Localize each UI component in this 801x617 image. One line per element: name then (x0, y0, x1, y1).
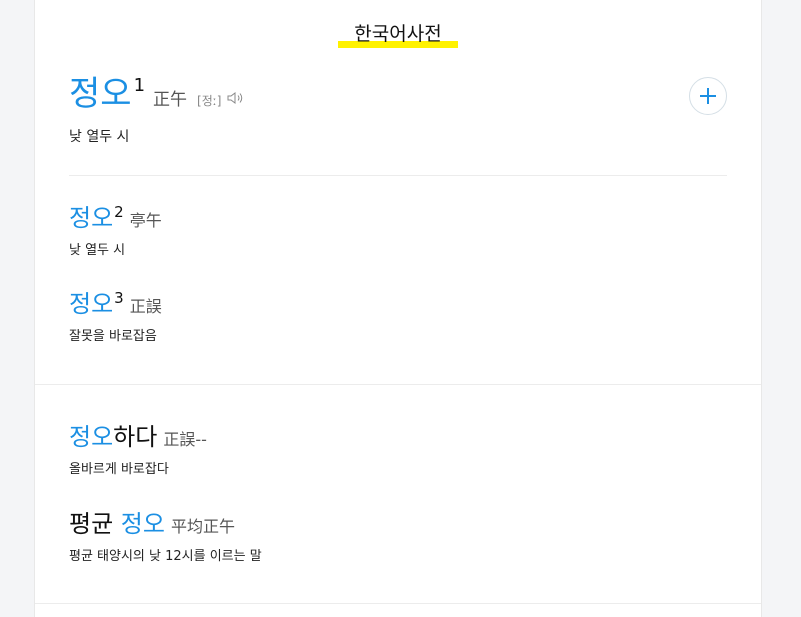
entry-item: 정오3 正誤 잘못을 바로잡음 (69, 284, 162, 344)
headword-link[interactable]: 정오 (69, 290, 113, 318)
speaker-icon[interactable] (227, 90, 245, 109)
headword-number: 2 (114, 203, 124, 221)
related-headword-link[interactable]: 평균 정오 (69, 510, 165, 538)
main-headword-number: 1 (133, 75, 146, 96)
main-headword-link[interactable]: 정오 (69, 74, 132, 114)
definition: 낮 열두 시 (69, 243, 126, 258)
related-entry: 평균 정오 平均正午 평균 태양시의 낮 12시를 이르는 말 (69, 504, 262, 564)
definition: 잘못을 바로잡음 (69, 329, 157, 344)
divider (35, 384, 761, 385)
definition: 올바르게 바로잡다 (69, 462, 169, 477)
related-entry: 정오하다 正誤-- 올바르게 바로잡다 (69, 417, 207, 477)
headword-number: 3 (114, 289, 124, 307)
dictionary-card: 한국어사전 정오 1 正午 [정ː] 낮 열두 시 정오2 亭午 낮 열두 시 … (34, 0, 762, 617)
hanja: 正誤 (129, 297, 162, 316)
related-headword-link[interactable]: 정오하다 (69, 423, 157, 451)
divider (35, 603, 761, 604)
main-entry: 정오 1 正午 [정ː] (69, 74, 245, 114)
main-hanja: 正午 (153, 90, 188, 110)
plus-icon (700, 88, 716, 104)
add-to-wordbook-button[interactable] (689, 77, 727, 115)
section-title: 한국어사전 (338, 20, 458, 48)
hanja: 亭午 (129, 211, 162, 230)
hanja: 平均正午 (170, 517, 235, 536)
hanja: 正誤-- (163, 430, 207, 449)
entry-item: 정오2 亭午 낮 열두 시 (69, 198, 162, 258)
definition: 평균 태양시의 낮 12시를 이르는 말 (69, 549, 262, 564)
headword-link[interactable]: 정오 (69, 204, 113, 232)
main-definition: 낮 열두 시 (69, 129, 130, 145)
divider (69, 175, 727, 176)
section-header: 한국어사전 (35, 20, 761, 48)
pronunciation: [정ː] (197, 94, 222, 108)
